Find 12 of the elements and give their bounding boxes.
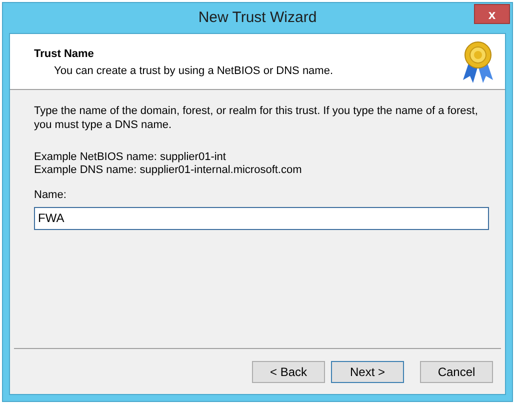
wizard-button[interactable]: Next > — [331, 360, 404, 382]
name-field[interactable]: FWA — [34, 206, 489, 230]
header-title: Trust Name — [34, 47, 95, 62]
name-label: Name: — [34, 188, 68, 203]
wizard-button[interactable]: Cancel — [420, 360, 493, 382]
instructions-text: Type the name of the domain, forest, or realm for this trust. If you type the name of a forest, you must type a DNS name. — [34, 104, 479, 132]
close-button[interactable]: x — [474, 4, 510, 24]
example-text: Example NetBIOS name: supplier01-int — [34, 151, 227, 164]
window-title: New Trust Wizard — [198, 8, 317, 28]
example-text: Example DNS name: supplier01-internal.microsoft.com — [34, 164, 303, 177]
wizard-button[interactable]: < Back — [252, 360, 325, 382]
header-subtitle: You can create a trust by using a NetBIOS or DNS name. — [53, 64, 334, 78]
